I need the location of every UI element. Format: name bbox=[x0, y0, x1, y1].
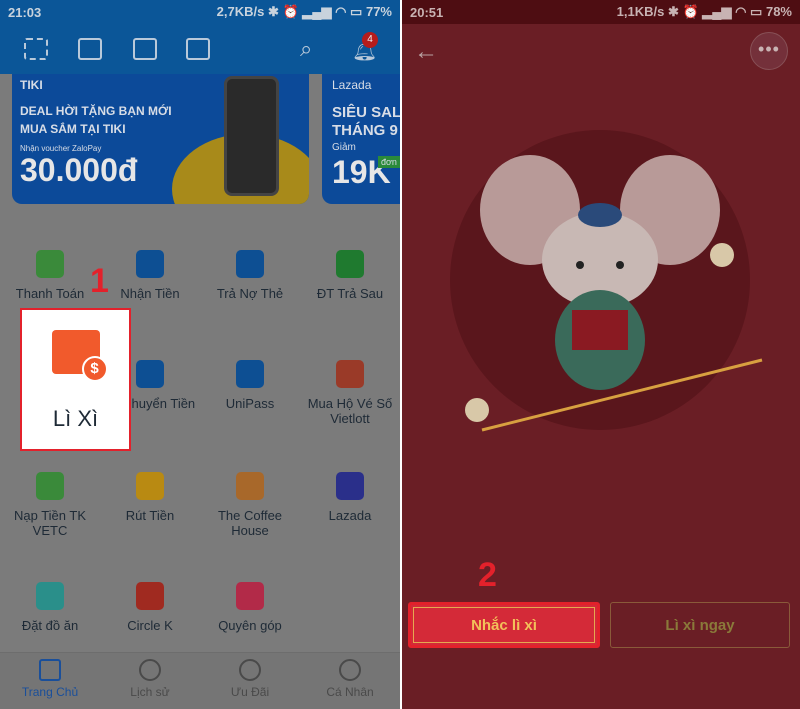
phone-illustration bbox=[224, 76, 279, 196]
service-icon bbox=[36, 582, 64, 610]
service-item[interactable]: Nhận Tiền bbox=[100, 250, 200, 301]
service-item[interactable]: The Coffee House bbox=[200, 472, 300, 538]
status-bar: 21:03 2,7KB/s ✱ ⏰ ▂▄▆ ◠ ▭ 77% bbox=[0, 0, 400, 24]
banner-brand: TIKI bbox=[20, 78, 43, 92]
service-icon bbox=[136, 360, 164, 388]
nav-label: Ưu Đãi bbox=[230, 685, 270, 699]
more-options-icon[interactable]: ••• bbox=[750, 32, 788, 70]
nav-tab[interactable]: Lịch sử bbox=[100, 653, 200, 709]
give-li-xi-now-button[interactable]: Lì xì ngay bbox=[610, 602, 790, 648]
battery-level: 78% bbox=[765, 4, 792, 19]
service-icon bbox=[336, 250, 364, 278]
banner-caption: Giảm bbox=[332, 142, 356, 153]
clock-icon bbox=[139, 659, 161, 681]
service-item[interactable]: Mua Hộ Vé Số Vietlott bbox=[300, 360, 400, 426]
remind-li-xi-button[interactable]: Nhắc lì xì bbox=[408, 602, 600, 648]
back-arrow-icon[interactable]: ← bbox=[414, 38, 438, 66]
banner-line1: DEAL HỜI TẶNG BẠN MỚI bbox=[20, 104, 172, 118]
service-item[interactable]: Đặt đồ ăn bbox=[0, 582, 100, 633]
service-item[interactable]: Lazada bbox=[300, 472, 400, 523]
red-envelope-icon: $ bbox=[51, 330, 108, 382]
scan-icon[interactable] bbox=[24, 38, 48, 60]
li-xi-label: Lì Xì bbox=[52, 406, 99, 431]
service-label: Quyên góp bbox=[218, 618, 282, 633]
banner-tag: đơn h bbox=[378, 156, 400, 168]
service-icon bbox=[236, 582, 264, 610]
status-bar: 20:51 1,1KB/s ✱ ⏰ ▂▄▆ ◠ ▭ 78% bbox=[402, 0, 800, 24]
service-icon bbox=[236, 472, 264, 500]
service-label: Trả Nợ Thẻ bbox=[216, 286, 284, 301]
service-label: The Coffee House bbox=[217, 508, 283, 538]
service-label: Circle K bbox=[127, 618, 173, 633]
tiki-banner[interactable]: TIKI DEAL HỜI TẶNG BẠN MỚI MUA SẮM TẠI T… bbox=[12, 74, 309, 204]
nav-label: Lịch sử bbox=[130, 685, 170, 699]
status-time: 20:51 bbox=[410, 4, 444, 20]
service-item[interactable]: UniPass bbox=[200, 360, 300, 411]
gift-icon bbox=[239, 659, 261, 681]
service-label: Nhận Tiền bbox=[120, 286, 180, 301]
service-label: Rút Tiền bbox=[125, 508, 175, 523]
nav-label: Cá Nhân bbox=[326, 685, 374, 699]
network-speed: 1,1KB/s bbox=[616, 4, 665, 19]
service-item[interactable]: Nạp Tiền TK VETC bbox=[0, 472, 100, 538]
bottom-navigation: Trang Chủ Lịch sử Ưu Đãi Cá Nhân bbox=[0, 652, 400, 709]
step-number-1: 1 bbox=[90, 262, 109, 300]
search-icon[interactable]: ⌕ bbox=[300, 36, 312, 62]
service-label: Lazada bbox=[328, 508, 372, 523]
home-icon bbox=[39, 659, 61, 681]
service-icon bbox=[36, 472, 64, 500]
service-item[interactable]: Circle K bbox=[100, 582, 200, 633]
status-time: 21:03 bbox=[8, 4, 42, 20]
service-label: ĐT Trả Sau bbox=[316, 286, 384, 301]
step-number-2: 2 bbox=[478, 556, 497, 594]
service-icon bbox=[136, 472, 164, 500]
nav-tab[interactable]: Cá Nhân bbox=[300, 653, 400, 709]
service-item[interactable]: Thanh Toán bbox=[0, 250, 100, 301]
service-icon bbox=[136, 250, 164, 278]
service-label: Nạp Tiền TK VETC bbox=[13, 508, 87, 538]
li-xi-screen: 20:51 1,1KB/s ✱ ⏰ ▂▄▆ ◠ ▭ 78% ← ••• 2 Nh… bbox=[402, 0, 800, 709]
mouse-illustration bbox=[450, 130, 763, 432]
lazada-banner[interactable]: Lazada SIÊU SAL THÁNG 9 Giảm 19K đơn h bbox=[322, 74, 400, 204]
service-icon bbox=[136, 582, 164, 610]
battery-level: 77% bbox=[365, 4, 392, 19]
service-icon bbox=[236, 250, 264, 278]
banner-line2: MUA SẮM TẠI TIKI bbox=[20, 122, 126, 136]
service-icon bbox=[336, 360, 364, 388]
banner-line1: SIÊU SAL bbox=[332, 104, 400, 121]
banner-line2: THÁNG 9 bbox=[332, 122, 398, 139]
network-speed: 2,7KB/s bbox=[216, 4, 265, 19]
li-xi-service-highlight[interactable]: $ Lì Xì bbox=[20, 308, 131, 451]
service-label: Mua Hộ Vé Số Vietlott bbox=[307, 396, 393, 426]
card-icon[interactable] bbox=[186, 38, 210, 60]
service-item[interactable]: Quyên góp bbox=[200, 582, 300, 633]
service-item[interactable]: Trả Nợ Thẻ bbox=[200, 250, 300, 301]
wallet-icon[interactable] bbox=[133, 38, 157, 60]
notification-badge: 4 bbox=[362, 32, 378, 48]
service-icon bbox=[236, 360, 264, 388]
nav-tab[interactable]: Trang Chủ bbox=[0, 653, 100, 709]
dollar-icon: $ bbox=[81, 356, 108, 382]
service-label: Đặt đồ ăn bbox=[21, 618, 79, 633]
zalopay-home-screen: 21:03 2,7KB/s ✱ ⏰ ▂▄▆ ◠ ▭ 77% ⌕ 🔔︎ 4 TIK… bbox=[0, 0, 400, 709]
service-label: Thanh Toán bbox=[15, 286, 85, 301]
nav-tab[interactable]: Ưu Đãi bbox=[200, 653, 300, 709]
service-label: UniPass bbox=[225, 396, 275, 411]
service-icon bbox=[36, 250, 64, 278]
service-icon bbox=[336, 472, 364, 500]
service-item[interactable]: ĐT Trả Sau bbox=[300, 250, 400, 301]
banner-brand: Lazada bbox=[332, 78, 372, 92]
banner-amount: 30.000đ bbox=[20, 152, 138, 188]
top-toolbar: ⌕ 🔔︎ 4 bbox=[0, 24, 400, 74]
nav-label: Trang Chủ bbox=[21, 685, 79, 699]
user-icon bbox=[339, 659, 361, 681]
qr-code-icon[interactable] bbox=[78, 38, 102, 60]
service-item[interactable]: Rút Tiền bbox=[100, 472, 200, 523]
